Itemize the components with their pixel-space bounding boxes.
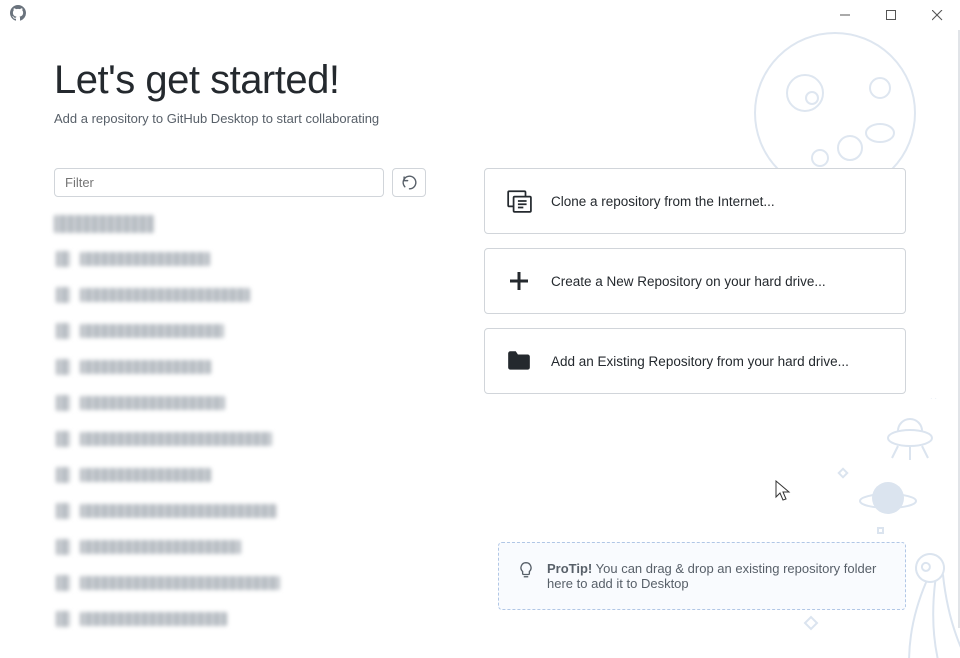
lightbulb-icon <box>517 561 535 579</box>
repo-label <box>80 504 277 518</box>
window-minimize-button[interactable] <box>822 0 868 30</box>
window-close-button[interactable] <box>914 0 960 30</box>
protip-text: ProTip! You can drag & drop an existing … <box>547 561 887 591</box>
repository-list <box>54 215 426 631</box>
create-repository-label: Create a New Repository on your hard dri… <box>551 274 826 289</box>
repo-list-item[interactable] <box>54 607 426 631</box>
repo-list-item[interactable] <box>54 319 426 343</box>
clone-icon <box>505 187 533 215</box>
folder-icon <box>505 347 533 375</box>
repo-label <box>80 432 272 446</box>
clone-repository-label: Clone a repository from the Internet... <box>551 194 775 209</box>
plus-icon <box>505 267 533 295</box>
refresh-icon <box>402 175 417 190</box>
window-maximize-button[interactable] <box>868 0 914 30</box>
clone-repository-card[interactable]: Clone a repository from the Internet... <box>484 168 906 234</box>
repo-icon <box>56 395 70 411</box>
titlebar <box>0 0 960 30</box>
add-existing-repository-card[interactable]: Add an Existing Repository from your har… <box>484 328 906 394</box>
repo-icon <box>56 503 70 519</box>
repo-label <box>80 360 211 374</box>
repo-icon <box>56 575 70 591</box>
page-title: Let's get started! <box>54 58 906 103</box>
create-repository-card[interactable]: Create a New Repository on your hard dri… <box>484 248 906 314</box>
repo-label <box>80 396 225 410</box>
repo-icon <box>56 287 70 303</box>
repo-list-item[interactable] <box>54 355 426 379</box>
repo-list-item[interactable] <box>54 283 426 307</box>
repo-label <box>80 288 250 302</box>
protip-box: ProTip! You can drag & drop an existing … <box>498 542 906 610</box>
repo-section-header <box>54 215 154 233</box>
repo-icon <box>56 467 70 483</box>
repo-label <box>80 252 210 266</box>
repo-list-item[interactable] <box>54 535 426 559</box>
repo-icon <box>56 539 70 555</box>
refresh-button[interactable] <box>392 168 426 197</box>
repo-list-item[interactable] <box>54 391 426 415</box>
repo-list-item[interactable] <box>54 463 426 487</box>
repo-list-item[interactable] <box>54 247 426 271</box>
repo-icon <box>56 431 70 447</box>
repo-list-item[interactable] <box>54 571 426 595</box>
repo-label <box>80 324 224 338</box>
repo-label <box>80 540 241 554</box>
repo-icon <box>56 359 70 375</box>
repo-list-item[interactable] <box>54 499 426 523</box>
repo-label <box>80 468 211 482</box>
page-subtitle: Add a repository to GitHub Desktop to st… <box>54 111 906 126</box>
repo-label <box>80 612 227 626</box>
github-mark-icon <box>10 5 26 26</box>
repo-icon <box>56 323 70 339</box>
repo-icon <box>56 611 70 627</box>
repo-list-item[interactable] <box>54 427 426 451</box>
repo-label <box>80 576 280 590</box>
repo-icon <box>56 251 70 267</box>
add-existing-repository-label: Add an Existing Repository from your har… <box>551 354 849 369</box>
filter-input[interactable] <box>54 168 384 197</box>
